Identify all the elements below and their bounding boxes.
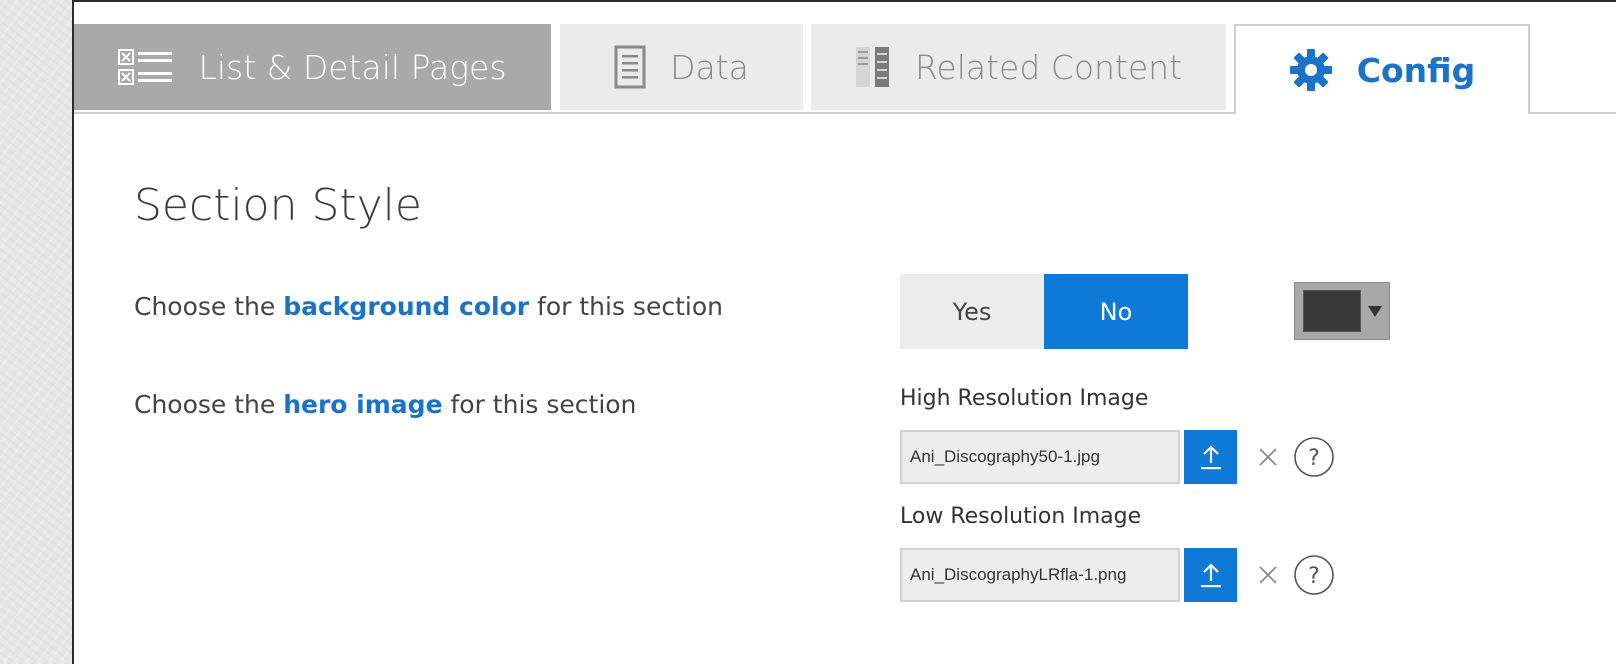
color-swatch (1303, 290, 1361, 332)
low-res-filename[interactable]: Ani_DiscographyLRfla-1.png (900, 548, 1180, 602)
hero-label-suffix: for this section (442, 390, 637, 419)
tab-config-label: Config (1356, 50, 1476, 90)
editor-panel: List & Detail Pages Data Related Content… (72, 0, 1616, 664)
background-label-suffix: for this section (529, 292, 723, 321)
low-res-clear-button[interactable] (1257, 564, 1279, 586)
high-res-clear-button[interactable] (1257, 446, 1279, 468)
caret-down-icon (1368, 305, 1382, 317)
background-color-toggle: Yes No (900, 274, 1188, 349)
toggle-yes-button[interactable]: Yes (900, 274, 1044, 349)
low-res-help-button[interactable]: ? (1293, 554, 1335, 596)
hero-image-label: Choose the hero image for this section (134, 390, 636, 419)
low-res-label: Low Resolution Image (900, 504, 1142, 529)
background-color-label: Choose the background color for this sec… (134, 292, 723, 321)
high-res-upload-button[interactable] (1184, 430, 1237, 484)
close-icon (1259, 448, 1277, 466)
document-icon (614, 45, 646, 89)
tab-bar: List & Detail Pages Data Related Content… (74, 24, 1616, 114)
svg-text:?: ? (1308, 446, 1320, 471)
help-icon: ? (1294, 437, 1334, 477)
list-checkbox-icon (118, 49, 174, 85)
toggle-no-button[interactable]: No (1044, 274, 1188, 349)
tab-data-label: Data (670, 47, 749, 87)
tab-related-label: Related Content (914, 47, 1183, 87)
background-label-highlight: background color (283, 292, 530, 321)
section-title: Section Style (134, 180, 422, 231)
low-res-upload-button[interactable] (1184, 548, 1237, 602)
tab-related-content[interactable]: Related Content (811, 24, 1226, 110)
hero-label-highlight: hero image (283, 390, 443, 419)
hero-label-prefix: Choose the (134, 390, 284, 419)
low-res-row: Ani_DiscographyLRfla-1.png ? (900, 548, 1335, 602)
upload-icon (1200, 445, 1221, 470)
upload-icon (1200, 563, 1221, 588)
svg-text:?: ? (1308, 564, 1320, 589)
background-label-prefix: Choose the (134, 292, 284, 321)
gear-icon (1289, 48, 1333, 92)
close-icon (1259, 566, 1277, 584)
help-icon: ? (1294, 555, 1334, 595)
tab-list-detail-pages[interactable]: List & Detail Pages (74, 24, 551, 110)
high-res-filename[interactable]: Ani_Discography50-1.jpg (900, 430, 1180, 484)
related-content-icon (855, 45, 891, 89)
high-res-help-button[interactable]: ? (1293, 436, 1335, 478)
high-res-row: Ani_Discography50-1.jpg ? (900, 430, 1335, 484)
tab-list-label: List & Detail Pages (198, 47, 507, 87)
tab-config[interactable]: Config (1234, 24, 1530, 114)
tab-data[interactable]: Data (560, 24, 803, 110)
high-res-label: High Resolution Image (900, 386, 1149, 411)
color-picker-dropdown[interactable] (1294, 282, 1390, 340)
